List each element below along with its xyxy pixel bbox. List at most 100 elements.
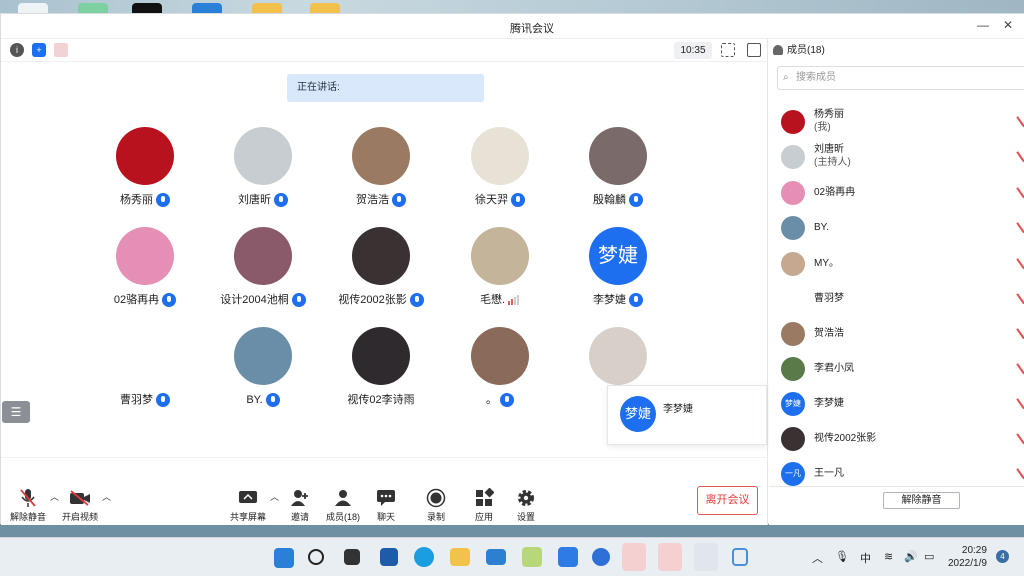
- mic-muted-icon[interactable]: [1016, 254, 1024, 270]
- chevron-up-icon[interactable]: ︿: [102, 490, 111, 503]
- participant-avatar: [116, 227, 174, 285]
- participant-tile[interactable]: 毛懋.: [440, 227, 560, 308]
- mic-icon: [156, 193, 170, 207]
- chat-button[interactable]: 聊天: [361, 488, 411, 523]
- baidu-icon[interactable]: [592, 548, 610, 566]
- mic-muted-icon[interactable]: [1016, 324, 1024, 340]
- participant-tile[interactable]: 贺浩浩: [321, 127, 441, 208]
- unmute-all-button[interactable]: 解除静音: [883, 492, 960, 509]
- mic-muted-icon[interactable]: [1016, 429, 1024, 445]
- mic-muted-icon[interactable]: [1016, 394, 1024, 410]
- participant-name: 视传2002张影: [338, 294, 407, 306]
- participant-tile[interactable]: 殷翰麟: [558, 127, 678, 208]
- participant-avatar: [352, 227, 410, 285]
- member-row[interactable]: 杨秀丽 (我): [781, 108, 1024, 138]
- participant-tile[interactable]: 视传2002张影: [321, 227, 441, 308]
- leave-meeting-button[interactable]: 离开会议: [697, 486, 758, 515]
- mail-icon[interactable]: [486, 549, 506, 565]
- mic-muted-icon[interactable]: [1016, 289, 1024, 305]
- participant-tile[interactable]: 。: [440, 327, 560, 408]
- member-avatar: [781, 216, 805, 240]
- participant-avatar: [352, 127, 410, 185]
- wps-icon[interactable]: [558, 547, 578, 567]
- battery-icon[interactable]: ▭: [924, 550, 934, 563]
- member-row[interactable]: 贺浩浩: [781, 320, 1024, 350]
- settings-button[interactable]: 设置: [501, 488, 551, 523]
- participant-avatar: [352, 327, 410, 385]
- participant-name-row: 刘唐昕: [203, 192, 323, 208]
- member-row[interactable]: BY.: [781, 214, 1024, 244]
- member-avatar: [781, 181, 805, 205]
- mic-muted-icon[interactable]: [1016, 147, 1024, 163]
- members-panel: 成员(18) ⌕ 搜索成员 杨秀丽 (我) 刘唐昕 (主持人) 02骆再冉 BY. MY。曹…: [769, 39, 1024, 525]
- mic-icon: [409, 293, 424, 307]
- clock[interactable]: 20:29 2022/1/9: [948, 544, 987, 570]
- file-explorer-icon[interactable]: [450, 548, 470, 566]
- share-screen-button[interactable]: 共享屏幕: [223, 488, 273, 523]
- participant-name-row: 李梦婕: [558, 292, 678, 308]
- mic-muted-icon[interactable]: [1016, 359, 1024, 375]
- member-avatar: [781, 357, 805, 381]
- list-toggle-button[interactable]: ☰: [2, 401, 30, 423]
- unmute-button[interactable]: 解除静音: [3, 488, 53, 523]
- divider: [769, 486, 1024, 487]
- mic-muted-icon[interactable]: [1016, 464, 1024, 480]
- video-button[interactable]: 开启视频: [55, 488, 105, 523]
- app-icon[interactable]: [522, 547, 542, 567]
- app-icon[interactable]: [658, 543, 682, 571]
- participant-tile[interactable]: 徐天羿: [440, 127, 560, 208]
- member-row[interactable]: 曹羽梦: [781, 285, 1024, 315]
- tencent-meeting-icon[interactable]: [694, 543, 718, 571]
- participant-tile[interactable]: 杨秀丽: [85, 127, 205, 208]
- member-row[interactable]: 02骆再冉: [781, 179, 1024, 209]
- start-icon[interactable]: [274, 548, 294, 568]
- member-search-input[interactable]: ⌕ 搜索成员: [777, 66, 1024, 90]
- member-row[interactable]: 梦婕 李梦婕: [781, 390, 1024, 420]
- member-row[interactable]: 视传2002张影: [781, 425, 1024, 455]
- participant-tile[interactable]: 梦婕 李梦婕: [558, 227, 678, 308]
- participant-tile[interactable]: 曹羽梦: [85, 327, 205, 408]
- mic-muted-icon[interactable]: [1016, 183, 1024, 199]
- mic-muted-icon[interactable]: [1016, 218, 1024, 234]
- popup-avatar: 梦婕: [620, 396, 656, 432]
- participant-name: 殷翰麟: [593, 194, 626, 206]
- search-icon[interactable]: [308, 549, 324, 565]
- notification-badge[interactable]: 4: [996, 550, 1009, 563]
- member-row[interactable]: 李君小凤: [781, 355, 1024, 385]
- ime-indicator[interactable]: 中: [860, 550, 871, 566]
- wechat-icon[interactable]: [622, 543, 646, 571]
- widgets-icon[interactable]: [380, 548, 398, 566]
- member-row[interactable]: 刘唐昕 (主持人): [781, 143, 1024, 173]
- shield-icon[interactable]: +: [32, 43, 46, 57]
- participant-tile[interactable]: 刘唐昕: [203, 127, 323, 208]
- mic-muted-icon[interactable]: [1016, 112, 1024, 128]
- info-icon[interactable]: i: [10, 43, 24, 57]
- participant-name-row: 设计2004池桐: [203, 292, 323, 308]
- participant-tile[interactable]: BY.: [203, 327, 323, 408]
- record-button[interactable]: 录制: [411, 488, 461, 523]
- participant-avatar: [234, 127, 292, 185]
- snipping-icon[interactable]: [732, 548, 748, 566]
- minimize-icon[interactable]: —: [977, 18, 989, 32]
- fullscreen-icon[interactable]: [721, 43, 735, 57]
- wifi-icon[interactable]: ≋: [884, 550, 893, 563]
- volume-icon[interactable]: 🔊: [904, 550, 918, 563]
- signal-bars-icon: [508, 295, 520, 305]
- chat-icon: [377, 490, 395, 506]
- chevron-up-icon[interactable]: ︿: [812, 550, 823, 566]
- member-row[interactable]: MY。: [781, 250, 1024, 280]
- participant-name: 曹羽梦: [120, 394, 153, 406]
- members-title: 成员(18): [787, 45, 825, 56]
- layout-icon[interactable]: [747, 43, 761, 57]
- participant-tile[interactable]: 02骆再冉: [85, 227, 205, 308]
- participant-tile[interactable]: 设计2004池桐: [203, 227, 323, 308]
- windows-taskbar: ︿ 🎙 中 ≋ 🔊 ▭ 20:29 2022/1/9 4: [0, 537, 1024, 576]
- search-icon: ⌕: [783, 72, 789, 83]
- participant-name: 02骆再冉: [113, 294, 160, 306]
- close-icon[interactable]: ✕: [1003, 18, 1013, 32]
- participant-tile[interactable]: 视传02李诗雨: [321, 327, 441, 408]
- edge-icon[interactable]: [414, 547, 434, 567]
- task-view-icon[interactable]: [344, 549, 360, 565]
- signal-icon[interactable]: [54, 43, 68, 57]
- mic-tray-icon[interactable]: 🎙: [835, 550, 849, 563]
